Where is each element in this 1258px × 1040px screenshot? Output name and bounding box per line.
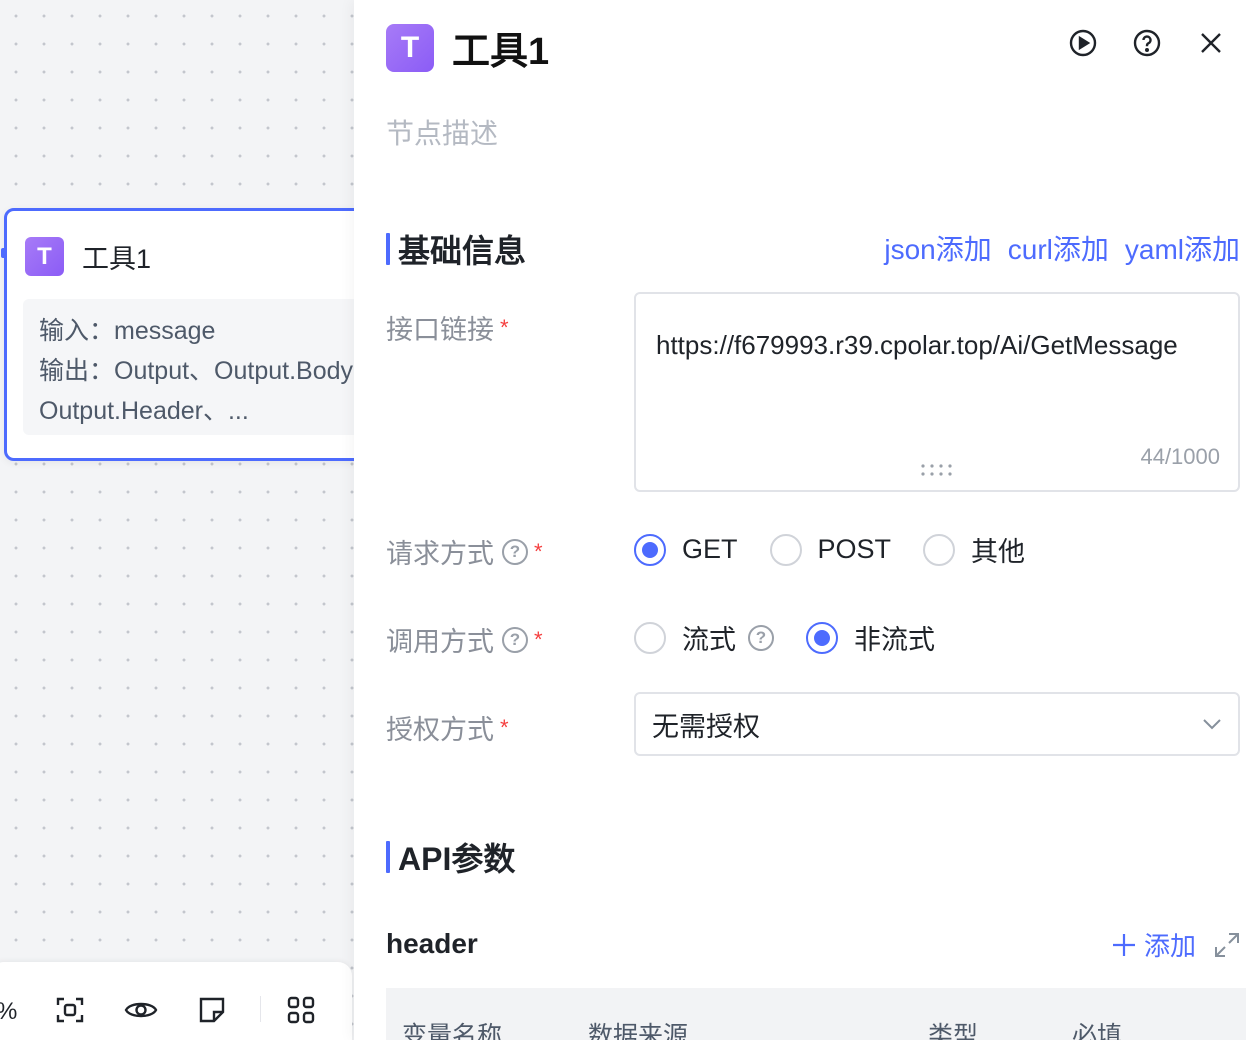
add-label: 添加 xyxy=(1143,931,1196,961)
node-input-line: 输入：message xyxy=(39,317,216,345)
fit-view-icon[interactable] xyxy=(52,992,88,1028)
node-output-line: 输出：Output、Output.Body、 xyxy=(39,357,354,385)
help-icon[interactable]: ? xyxy=(748,624,774,651)
header-group-title: header xyxy=(386,928,478,959)
grid-icon[interactable] xyxy=(283,992,319,1028)
close-icon[interactable] xyxy=(1194,26,1228,60)
plus-icon xyxy=(1112,933,1135,956)
char-count: 44/1000 xyxy=(1140,444,1220,469)
node-input-handle[interactable] xyxy=(1,248,7,258)
auth-label-text: 授权方式 xyxy=(386,715,494,745)
tool-icon: T xyxy=(25,237,64,276)
column-header: 必填 xyxy=(1072,1022,1123,1040)
required-mark: * xyxy=(534,538,543,564)
toolbar-divider xyxy=(260,996,261,1022)
import-links: json添加 curl添加 yaml添加 xyxy=(884,228,1240,268)
yaml-add-link[interactable]: yaml添加 xyxy=(1125,228,1240,268)
run-icon[interactable] xyxy=(1066,26,1100,60)
url-field-label: 接口链接 * xyxy=(386,308,509,347)
call-option-stream[interactable]: 流式 ? xyxy=(634,618,774,657)
radio-unchecked-icon[interactable] xyxy=(923,533,956,566)
required-mark: * xyxy=(534,626,543,652)
method-option-label: POST xyxy=(817,534,892,564)
call-mode-label-text: 调用方式 xyxy=(386,627,494,657)
method-radio-group: GET POST 其他 xyxy=(634,530,1057,569)
header-group-actions: 添加 xyxy=(1112,926,1240,963)
workflow-canvas[interactable]: T 工具1 输入：message 输出：Output、Output.Body、 … xyxy=(0,0,354,1040)
auth-select-value: 无需授权 xyxy=(652,711,760,742)
radio-checked-icon[interactable] xyxy=(806,621,838,654)
basic-info-title: 基础信息 xyxy=(398,233,527,269)
method-field-label: 请求方式 ? * xyxy=(386,532,543,571)
api-params-title: API参数 xyxy=(398,841,516,877)
chevron-down-icon[interactable] xyxy=(1202,718,1222,730)
method-label-text: 请求方式 xyxy=(386,539,494,569)
node-description-input[interactable]: 节点描述 xyxy=(386,112,498,152)
help-icon[interactable] xyxy=(1130,26,1164,60)
method-option-get[interactable]: GET xyxy=(634,533,738,566)
call-mode-radio-group: 流式 ? 非流式 xyxy=(634,618,967,657)
call-option-label: 流式 xyxy=(682,625,736,655)
auth-field-label: 授权方式 * xyxy=(386,708,509,747)
method-option-post[interactable]: POST xyxy=(769,533,892,566)
radio-checked-icon[interactable] xyxy=(634,533,666,566)
node-title: 工具1 xyxy=(82,244,152,274)
required-mark: * xyxy=(500,714,509,740)
node-header: T 工具1 xyxy=(25,237,151,276)
panel-header: T 工具1 xyxy=(386,20,549,75)
column-header: 数据来源 xyxy=(588,1022,689,1040)
required-mark: * xyxy=(500,314,509,340)
method-option-label: GET xyxy=(682,534,738,564)
section-accent-bar xyxy=(386,233,390,265)
column-header: 类型 xyxy=(928,1022,979,1040)
panel-actions xyxy=(1066,26,1228,60)
note-icon[interactable] xyxy=(194,992,230,1028)
basic-info-section-title: 基础信息 xyxy=(386,226,526,272)
call-option-non-stream[interactable]: 非流式 xyxy=(806,618,935,657)
zoom-level[interactable]: % xyxy=(0,998,17,1026)
url-label-text: 接口链接 xyxy=(386,315,494,345)
auth-select[interactable]: 无需授权 xyxy=(634,692,1240,756)
curl-add-link[interactable]: curl添加 xyxy=(1008,228,1109,268)
expand-icon[interactable] xyxy=(1214,932,1240,958)
url-textarea[interactable]: https://f679993.r39.cpolar.top/Ai/GetMes… xyxy=(634,292,1240,492)
node-io-summary: 输入：message 输出：Output、Output.Body、 Output… xyxy=(23,299,354,435)
radio-unchecked-icon[interactable] xyxy=(769,533,802,566)
radio-unchecked-icon[interactable] xyxy=(634,621,666,654)
section-accent-bar xyxy=(386,841,390,873)
eye-icon[interactable] xyxy=(123,992,159,1028)
tool-node-card[interactable]: T 工具1 输入：message 输出：Output、Output.Body、 … xyxy=(1,208,354,461)
add-header-button[interactable]: 添加 xyxy=(1112,926,1196,963)
url-value[interactable]: https://f679993.r39.cpolar.top/Ai/GetMes… xyxy=(656,324,1218,366)
node-config-panel: T 工具1 节点描述 基础信息 json添加 curl添加 yaml添加 接口链… xyxy=(354,0,1258,1040)
call-option-label: 非流式 xyxy=(854,625,935,655)
method-option-label: 其他 xyxy=(971,537,1026,567)
header-params-table-head: 变量名称 数据来源 类型 必填 xyxy=(386,988,1246,1040)
call-mode-field-label: 调用方式 ? * xyxy=(386,620,543,659)
tool-icon: T xyxy=(386,23,434,72)
api-params-section-title: API参数 xyxy=(386,834,515,880)
method-option-other[interactable]: 其他 xyxy=(923,530,1025,569)
json-add-link[interactable]: json添加 xyxy=(884,228,991,268)
help-icon[interactable]: ? xyxy=(502,626,528,653)
panel-title[interactable]: 工具1 xyxy=(452,20,549,75)
node-output-line-2: Output.Header、... xyxy=(39,397,249,425)
column-header: 变量名称 xyxy=(402,1022,503,1040)
resize-handle-icon[interactable] xyxy=(920,462,956,478)
help-icon[interactable]: ? xyxy=(502,538,528,565)
canvas-toolbar: % xyxy=(0,962,352,1040)
